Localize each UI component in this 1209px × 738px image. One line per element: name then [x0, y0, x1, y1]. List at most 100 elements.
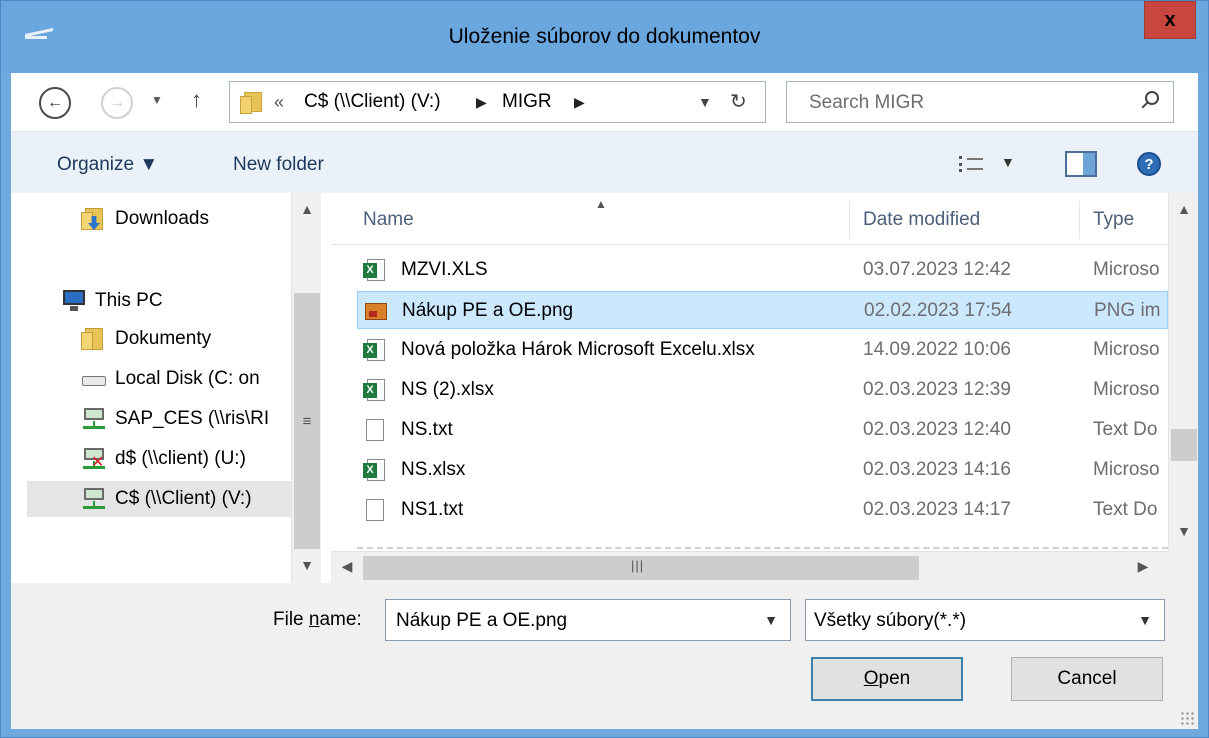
png-image-icon: [364, 300, 387, 322]
chevron-down-icon: ▼: [151, 93, 163, 107]
sidebar-item-c-drive[interactable]: C$ (\\Client) (V:): [27, 481, 291, 517]
preview-pane-icon[interactable]: [1065, 151, 1097, 177]
sidebar-item-local-disk[interactable]: Local Disk (C: on: [81, 361, 289, 397]
title-bar[interactable]: Uloženie súborov do dokumentov x: [1, 1, 1208, 73]
address-row: ← → ▼ ↑ « C$ (\\Client) (V:) ▶ MIGR ▶ ▼ …: [11, 73, 1198, 131]
file-row-selected[interactable]: Nákup PE a OE.png 02.02.2023 17:54 PNG i…: [357, 291, 1168, 329]
chevron-down-icon[interactable]: ▼: [764, 612, 778, 628]
recent-locations-button[interactable]: ▼: [151, 93, 163, 107]
file-type: Microso: [1093, 339, 1160, 360]
address-bar[interactable]: « C$ (\\Client) (V:) ▶ MIGR ▶ ▼ ↻: [229, 81, 766, 123]
breadcrumb-drive[interactable]: C$ (\\Client) (V:): [304, 91, 441, 113]
sidebar-item-dokumenty[interactable]: Dokumenty: [81, 321, 289, 357]
file-type-select[interactable]: Všetky súbory(*.*) ▼: [805, 599, 1165, 641]
file-rows: X MZVI.XLS 03.07.2023 12:42 Microso Náku…: [331, 245, 1168, 551]
forward-arrow-icon: →: [109, 94, 125, 111]
file-row[interactable]: NS.txt 02.03.2023 12:40 Text Do: [357, 411, 1168, 449]
sidebar-item-sap-ces[interactable]: SAP_CES (\\ris\RI: [81, 401, 289, 437]
text-file-icon: [363, 499, 385, 521]
file-type: Microso: [1093, 459, 1160, 480]
column-header-date[interactable]: Date modified: [863, 209, 980, 231]
file-date: 14.09.2022 10:06: [863, 339, 1011, 360]
scroll-left-icon[interactable]: ◀: [335, 558, 359, 575]
column-header-name[interactable]: Name: [363, 209, 414, 231]
file-date: 02.03.2023 12:40: [863, 419, 1011, 440]
breadcrumb-separator-icon[interactable]: ▶: [476, 94, 487, 111]
text-file-icon: [363, 419, 385, 441]
file-dialog-window: Uloženie súborov do dokumentov x ← → ▼ ↑…: [0, 0, 1209, 738]
sidebar-item-this-pc[interactable]: This PC: [61, 283, 289, 319]
file-date: 02.03.2023 14:17: [863, 499, 1011, 520]
sidebar-item-label: Downloads: [115, 208, 209, 229]
network-drive-icon: [81, 408, 107, 430]
scroll-down-icon[interactable]: ▼: [1169, 523, 1199, 539]
scrollbar-thumb[interactable]: [1171, 429, 1197, 461]
back-arrow-icon: ←: [47, 94, 63, 111]
file-type: Microso: [1093, 379, 1160, 400]
path-overflow[interactable]: «: [274, 92, 284, 113]
excel-icon: X: [363, 379, 385, 401]
sort-ascending-icon: ▲: [595, 197, 607, 211]
file-type-value: Všetky súbory(*.*): [814, 610, 967, 631]
navigation-scrollbar[interactable]: ▲ ≡ ▼: [291, 193, 321, 583]
dialog-footer: File name: Nákup PE a OE.png ▼ Všetky sú…: [11, 583, 1198, 729]
up-arrow-icon: ↑: [191, 87, 202, 112]
search-input[interactable]: Search MIGR: [786, 81, 1174, 123]
back-button[interactable]: ←: [39, 87, 71, 119]
network-drive-icon: [81, 488, 107, 510]
cancel-button[interactable]: Cancel: [1011, 657, 1163, 701]
file-row[interactable]: X NS (2).xlsx 02.03.2023 12:39 Microso: [357, 371, 1168, 409]
file-name: NS.txt: [401, 419, 453, 440]
file-date: 02.02.2023 17:54: [864, 300, 1012, 321]
sidebar-item-d-drive[interactable]: ✕ d$ (\\client) (U:): [81, 441, 289, 477]
scroll-up-icon[interactable]: ▲: [1169, 201, 1199, 217]
file-list-vertical-scrollbar[interactable]: ▲ ▼: [1168, 193, 1198, 551]
refresh-icon[interactable]: ↻: [730, 89, 747, 114]
file-date: 03.07.2023 12:42: [863, 259, 1011, 280]
file-list: ▲ Name Date modified Type X MZVI.XLS 03.…: [331, 193, 1198, 583]
resize-grip-icon[interactable]: [1180, 711, 1194, 725]
computer-icon: [61, 290, 87, 312]
column-divider[interactable]: [1079, 201, 1080, 239]
sidebar-item-downloads[interactable]: Downloads: [81, 201, 289, 237]
file-name-label: File name:: [273, 609, 362, 630]
scroll-right-icon[interactable]: ▶: [1131, 558, 1155, 575]
file-row[interactable]: X MZVI.XLS 03.07.2023 12:42 Microso: [357, 251, 1168, 289]
change-view-button[interactable]: ▼: [959, 152, 1019, 176]
excel-icon: X: [363, 459, 385, 481]
disconnected-drive-icon: ✕: [81, 448, 107, 471]
breadcrumb-folder[interactable]: MIGR: [502, 91, 552, 113]
scrollbar-grip-icon: ≡: [302, 413, 312, 430]
scroll-up-icon[interactable]: ▲: [292, 201, 322, 223]
new-folder-button[interactable]: New folder: [233, 154, 324, 176]
partially-visible-row[interactable]: [357, 541, 1168, 551]
file-list-horizontal-scrollbar[interactable]: ◀ ||| ▶: [331, 551, 1168, 583]
search-icon[interactable]: [1139, 91, 1159, 113]
pane-splitter[interactable]: [321, 193, 331, 583]
chevron-down-icon[interactable]: ▼: [1138, 612, 1152, 628]
address-dropdown-icon[interactable]: ▼: [698, 94, 712, 110]
file-name: NS1.txt: [401, 499, 464, 520]
file-name-input[interactable]: Nákup PE a OE.png ▼: [385, 599, 791, 641]
help-icon[interactable]: ?: [1137, 152, 1161, 176]
file-row[interactable]: NS1.txt 02.03.2023 14:17 Text Do: [357, 491, 1168, 529]
window-title: Uloženie súborov do dokumentov: [448, 25, 761, 48]
file-row[interactable]: X NS.xlsx 02.03.2023 14:16 Microso: [357, 451, 1168, 489]
column-divider[interactable]: [849, 201, 850, 239]
column-header-type[interactable]: Type: [1093, 209, 1134, 231]
downloads-folder-icon: [81, 208, 107, 230]
excel-icon: X: [363, 259, 385, 281]
column-header-row: ▲ Name Date modified Type: [331, 193, 1168, 245]
close-button[interactable]: x: [1144, 1, 1196, 39]
up-button[interactable]: ↑: [191, 87, 202, 113]
organize-button[interactable]: Organize ▼: [57, 154, 158, 176]
sidebar-item-label: d$ (\\client) (U:): [115, 448, 246, 469]
sidebar-item-label: This PC: [95, 290, 163, 311]
open-button[interactable]: Open: [811, 657, 963, 701]
forward-button[interactable]: →: [101, 87, 133, 119]
scrollbar-grip-icon: |||: [631, 558, 645, 573]
breadcrumb-separator-icon[interactable]: ▶: [574, 94, 585, 111]
file-row[interactable]: X Nová položka Hárok Microsoft Excelu.xl…: [357, 331, 1168, 369]
scroll-down-icon[interactable]: ▼: [292, 557, 322, 579]
file-type: Text Do: [1093, 499, 1158, 520]
